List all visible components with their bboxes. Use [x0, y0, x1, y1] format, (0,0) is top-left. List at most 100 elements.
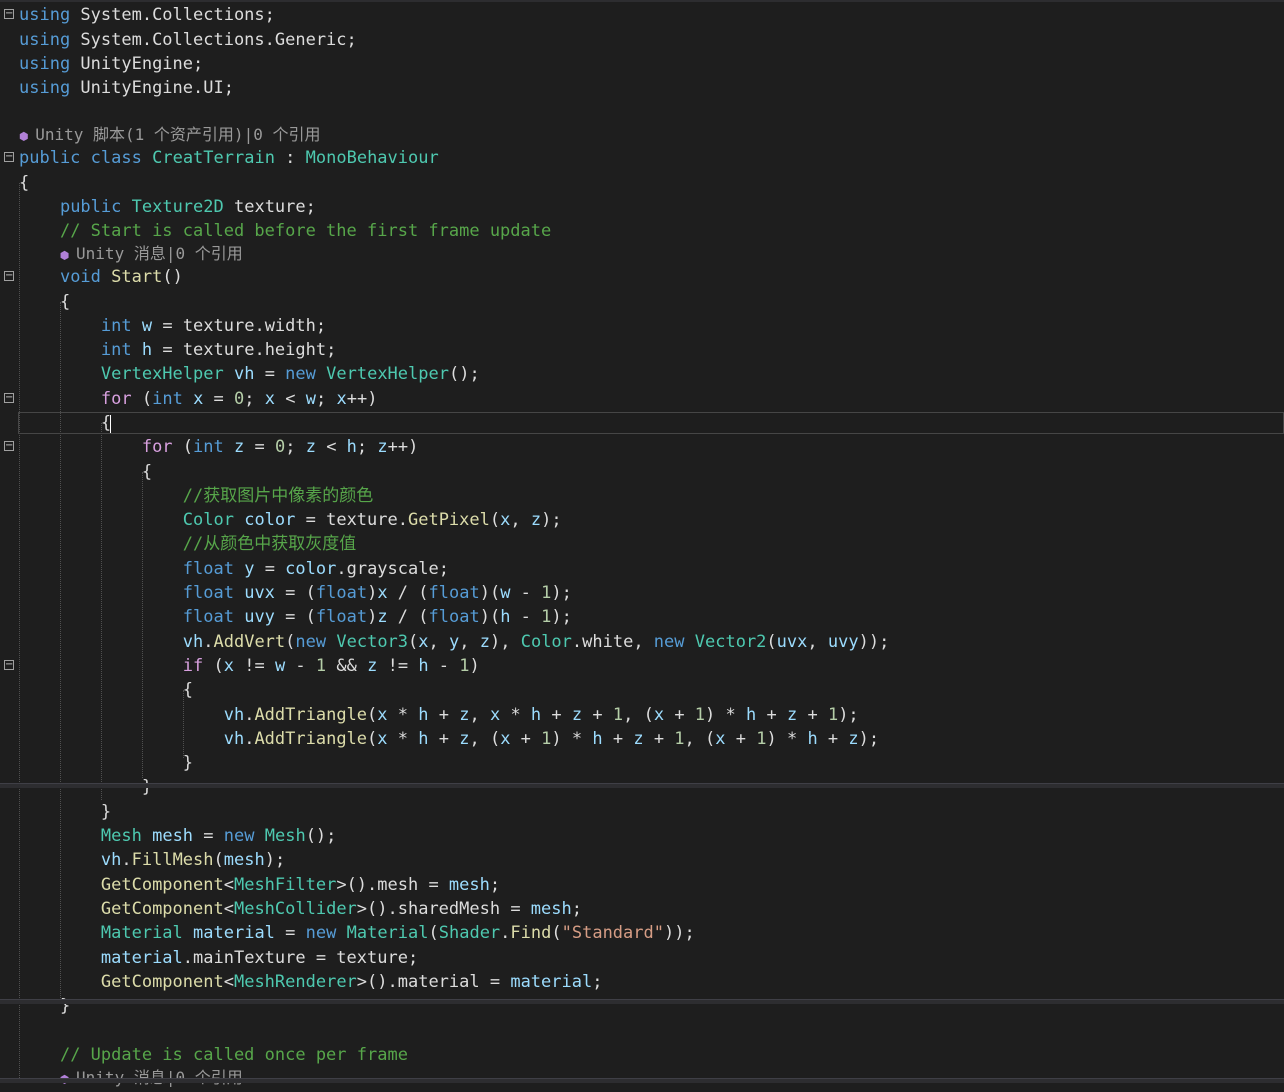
code-line[interactable]: vh.AddTriangle(x * h + z, x * h + z + 1,…	[0, 703, 1284, 727]
code-line[interactable]: //获取图片中像素的颜色	[0, 484, 1284, 508]
code-token: int	[193, 437, 224, 457]
code-token: CreatTerrain	[152, 148, 275, 168]
code-token: ) *	[705, 705, 746, 725]
codelens-text[interactable]: Unity 脚本(1 个资产引用)|0 个引用	[35, 125, 320, 144]
code-token: x	[223, 656, 234, 676]
code-token: vh	[223, 729, 245, 749]
code-text: GetComponent<MeshFilter>().mesh = mesh;	[19, 873, 500, 897]
code-token: int	[152, 389, 183, 409]
code-line[interactable]: {	[0, 678, 1284, 702]
code-token: -	[428, 656, 460, 676]
code-line[interactable]: public Texture2D texture;	[0, 195, 1284, 219]
code-text: {	[19, 460, 152, 484]
code-line[interactable]: − if (x != w - 1 && z != h - 1)	[0, 654, 1284, 678]
code-line[interactable]: − using System.Collections;	[0, 3, 1284, 27]
fold-toggle-icon[interactable]: −	[4, 271, 14, 281]
code-token: >().sharedMesh =	[356, 899, 531, 919]
code-token: z	[479, 632, 490, 652]
code-line[interactable]: GetComponent<MeshCollider>().sharedMesh …	[0, 897, 1284, 921]
code-token: }	[19, 802, 112, 822]
code-token: ();	[448, 364, 480, 384]
fold-toggle-icon[interactable]: −	[4, 152, 14, 162]
fold-toggle-icon[interactable]: −	[4, 9, 14, 19]
code-line[interactable]: vh.FillMesh(mesh);	[0, 848, 1284, 872]
code-line[interactable]: ⬢ Unity 脚本(1 个资产引用)|0 个引用	[0, 123, 1284, 147]
code-line[interactable]: using UnityEngine.UI;	[0, 76, 1284, 100]
code-token: x	[377, 583, 388, 603]
fold-toggle-icon[interactable]: −	[4, 660, 14, 670]
code-line[interactable]: // Start is called before the first fram…	[0, 219, 1284, 243]
code-token: x	[336, 389, 347, 409]
code-line[interactable]: }	[0, 994, 1284, 1018]
code-token: 0	[274, 437, 286, 457]
code-line[interactable]: //从颜色中获取灰度值	[0, 532, 1284, 556]
code-token: 1	[541, 607, 552, 627]
code-line[interactable]: ⬢ Unity 消息|0 个引用	[0, 242, 1284, 266]
code-line[interactable]: float uvx = (float)x / (float)(w - 1);	[0, 581, 1284, 605]
code-token: using	[19, 78, 71, 98]
code-token: / (	[387, 607, 429, 627]
code-line[interactable]: VertexHelper vh = new VertexHelper();	[0, 362, 1284, 386]
code-token: 1	[694, 705, 706, 725]
code-line[interactable]: int w = texture.width;	[0, 314, 1284, 338]
code-token: float	[182, 607, 234, 627]
code-text: void Start()	[19, 265, 183, 289]
code-token: Material	[346, 923, 429, 943]
code-line[interactable]: Mesh mesh = new Mesh();	[0, 824, 1284, 848]
code-line[interactable]: using System.Collections.Generic;	[0, 28, 1284, 52]
code-token: .grayscale;	[336, 559, 449, 579]
code-line[interactable]: {	[0, 290, 1284, 314]
code-token: ;	[489, 875, 501, 895]
code-line[interactable]: GetComponent<MeshFilter>().mesh = mesh;	[0, 873, 1284, 897]
code-token: z	[367, 656, 378, 676]
code-line[interactable]: − for (int x = 0; x < w; x++)	[0, 387, 1284, 411]
code-line[interactable]: − void Start()	[0, 265, 1284, 289]
code-token: =	[254, 364, 286, 384]
fold-toggle-icon[interactable]: −	[4, 393, 14, 403]
code-line[interactable]: vh.AddVert(new Vector3(x, y, z), Color.w…	[0, 630, 1284, 654]
code-line[interactable]: float uvy = (float)z / (float)(h - 1);	[0, 605, 1284, 629]
code-editor[interactable]: − using System.Collections; using System.C…	[0, 0, 1284, 1087]
code-line[interactable]: material.mainTexture = texture;	[0, 946, 1284, 970]
code-token: x	[264, 389, 276, 409]
code-token: +	[602, 729, 634, 749]
code-token: x	[500, 729, 511, 749]
code-token: h	[346, 437, 357, 457]
code-token: using	[19, 5, 71, 25]
code-line[interactable]: {	[0, 171, 1284, 195]
code-line[interactable]: GetComponent<MeshRenderer>().material = …	[0, 970, 1284, 994]
code-token: Color	[182, 510, 234, 530]
code-token: mesh	[530, 899, 572, 919]
code-line[interactable]: using UnityEngine;	[0, 52, 1284, 76]
code-token: uvy	[827, 632, 859, 652]
code-token: );	[551, 583, 572, 603]
code-line[interactable]: }	[0, 751, 1284, 775]
code-line[interactable]: // Update is called once per frame	[0, 1043, 1284, 1067]
code-token: new	[223, 826, 255, 846]
code-token: 1	[459, 656, 470, 676]
code-line[interactable]: vh.AddTriangle(x * h + z, (x + 1) * h + …	[0, 727, 1284, 751]
code-line[interactable]: Material material = new Material(Shader.…	[0, 921, 1284, 945]
fold-toggle-icon[interactable]: −	[4, 441, 14, 451]
code-line[interactable]: Color color = texture.GetPixel(x, z);	[0, 508, 1284, 532]
code-line[interactable]: − for (int z = 0; z < h; z++)	[0, 435, 1284, 459]
code-line[interactable]: }	[0, 800, 1284, 824]
code-line[interactable]: − public class CreatTerrain : MonoBehavio…	[0, 146, 1284, 170]
code-line[interactable]: {	[0, 411, 1284, 435]
code-token: w	[500, 583, 511, 603]
code-token: +	[664, 705, 695, 725]
code-line[interactable]: int h = texture.height;	[0, 338, 1284, 362]
code-token: uvx	[776, 632, 808, 652]
codelens-text[interactable]: Unity 消息|0 个引用	[76, 244, 243, 263]
code-token: x	[377, 705, 388, 725]
code-line[interactable]: float y = color.grayscale;	[0, 557, 1284, 581]
code-token: vh	[100, 850, 122, 870]
code-text: public class CreatTerrain : MonoBehaviou…	[19, 146, 439, 170]
code-line[interactable]: {	[0, 460, 1284, 484]
code-token: new	[653, 632, 685, 652]
code-token: if	[182, 656, 204, 676]
